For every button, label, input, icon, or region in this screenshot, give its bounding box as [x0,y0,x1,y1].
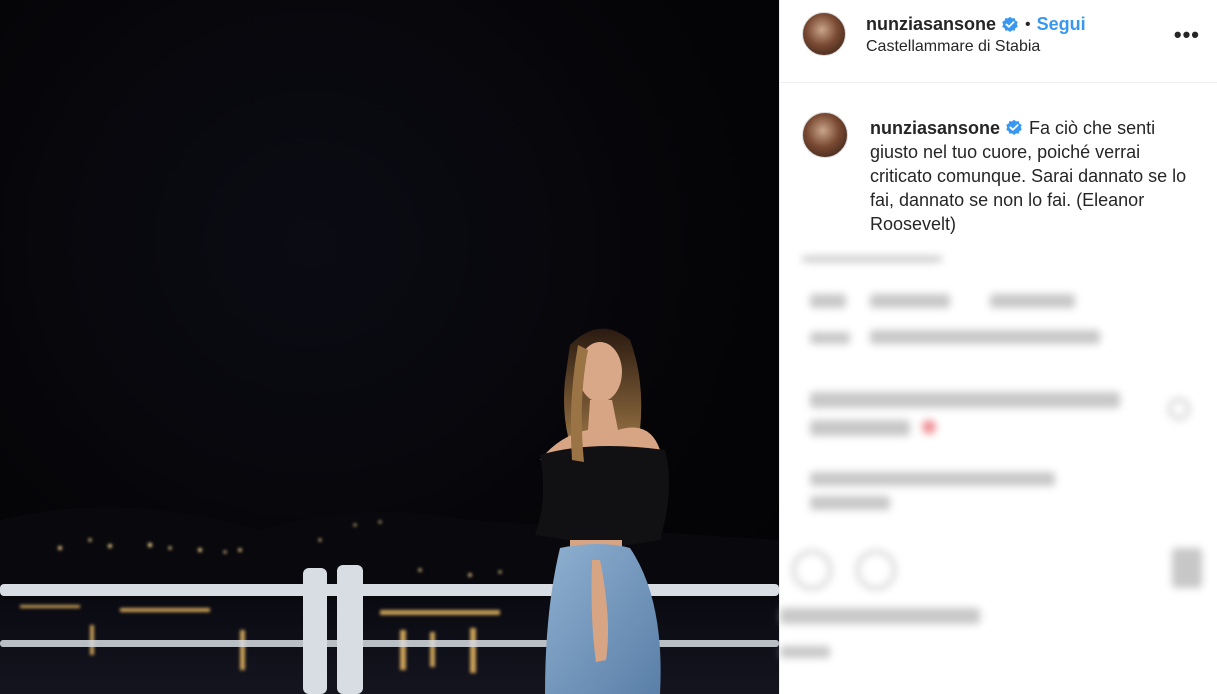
follow-button[interactable]: Segui [1037,14,1086,35]
post-caption: nunziasansone Fa ciò che senti giusto nel… [870,116,1200,236]
blurred-comments-area [780,250,1217,694]
photo-scene [0,328,779,694]
separator-dot: • [1025,15,1031,33]
verified-badge-icon [1006,119,1022,136]
verified-badge-icon [1002,16,1018,32]
post-photo[interactable] [0,0,779,694]
author-line: nunziasansone • Segui [866,14,1086,35]
post-header: nunziasansone • Segui Castellammare di S… [780,0,1217,83]
author-username[interactable]: nunziasansone [866,14,996,35]
author-avatar[interactable] [802,12,846,56]
more-options-icon[interactable]: ••• [1174,22,1200,48]
caption-avatar[interactable] [802,112,848,158]
post-location[interactable]: Castellammare di Stabia [866,38,1040,56]
caption-username[interactable]: nunziasansone [870,118,1000,138]
woman-figure [535,328,669,694]
post-sidebar: nunziasansone • Segui Castellammare di S… [779,0,1217,694]
